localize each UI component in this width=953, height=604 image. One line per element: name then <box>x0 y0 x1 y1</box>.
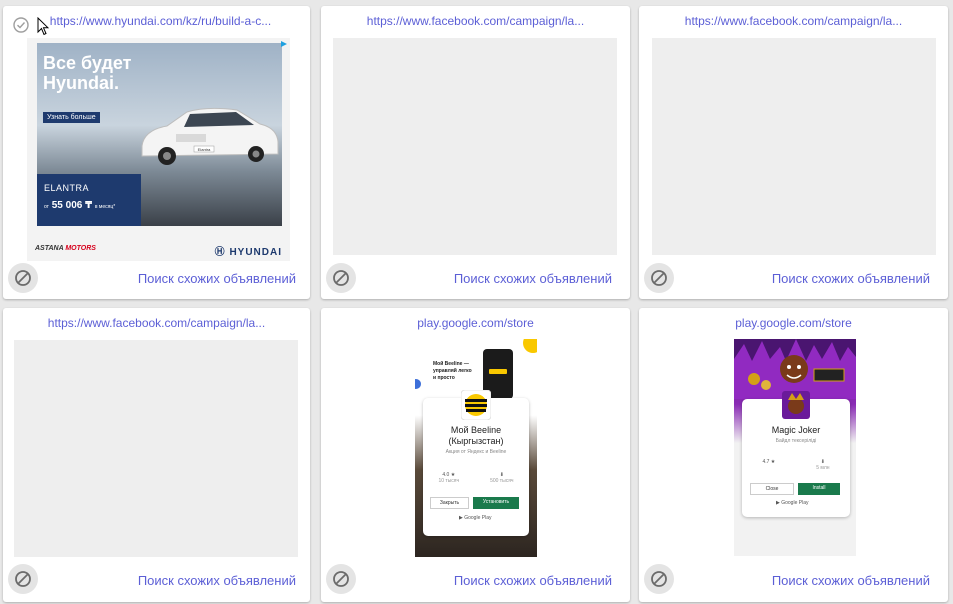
app-install-card: Magic Joker Байдл тексеріліді 4.7 ★ ⬇ 5 м… <box>742 391 850 517</box>
block-icon <box>651 270 667 286</box>
block-button[interactable] <box>8 263 38 293</box>
ad-url-link[interactable]: https://www.hyundai.com/kz/ru/build-a-c.… <box>3 14 310 28</box>
beeline-logo-icon <box>461 390 491 420</box>
joker-banner-image <box>734 339 856 399</box>
app-developer: Акция от Яндекс и Beeline <box>445 449 507 455</box>
ad-url-link[interactable]: play.google.com/store <box>639 316 948 330</box>
app-stats: 4.0 ★ 10 тысяч ⬇ 500 тысяч <box>438 472 514 484</box>
ad-card-2: https://www.facebook.com/campaign/la... … <box>321 6 630 299</box>
block-button[interactable] <box>644 564 674 594</box>
ad-card-4: https://www.facebook.com/campaign/la... … <box>3 308 310 602</box>
block-icon <box>333 571 349 587</box>
find-similar-link[interactable]: Поиск схожих объявлений <box>454 271 612 286</box>
app-developer: Байдл тексеріліді <box>775 438 817 444</box>
svg-text:Elantra: Elantra <box>198 147 211 152</box>
app-ad-preview[interactable]: Magic Joker Байдл тексеріліді 4.7 ★ ⬇ 5 м… <box>734 339 856 556</box>
block-icon <box>333 270 349 286</box>
ad-card-6: play.google.com/store Magic Joker Байдл … <box>639 308 948 602</box>
ad-preview-placeholder[interactable] <box>333 38 617 255</box>
google-play-label: ▶ Google Play <box>776 500 809 506</box>
block-icon <box>15 270 31 286</box>
ad-headline: Все будет Hyundai. <box>43 53 132 93</box>
promo-text: Мой Beeline — управляй легко и просто <box>433 361 472 381</box>
app-name: Magic Joker <box>771 425 821 435</box>
block-icon <box>15 571 31 587</box>
ad-url-link[interactable]: https://www.facebook.com/campaign/la... <box>3 316 310 330</box>
ad-scene: Все будет Hyundai. Узнать больше Elantra… <box>37 43 282 226</box>
app-buttons: Close Install <box>750 483 840 495</box>
find-similar-link[interactable]: Поиск схожих объявлений <box>772 573 930 588</box>
ad-more-button: Узнать больше <box>43 112 100 123</box>
block-button[interactable] <box>326 564 356 594</box>
app-name: Мой Beeline (Кыргызстан) <box>448 425 504 446</box>
ad-card-5: play.google.com/store Мой Beeline — упра… <box>321 308 630 602</box>
dealer-logo: ASTANA MOTORS <box>35 245 96 252</box>
ad-url-link[interactable]: play.google.com/store <box>321 316 630 330</box>
ad-card-1: https://www.hyundai.com/kz/ru/build-a-c.… <box>3 6 310 299</box>
app-install-card: Мой Beeline (Кыргызстан) Акция от Яндекс… <box>423 390 529 536</box>
install-button[interactable]: Установить <box>473 497 519 509</box>
close-button[interactable]: Close <box>750 483 794 495</box>
adchoices-icon[interactable] <box>280 40 288 48</box>
ad-url-link[interactable]: https://www.facebook.com/campaign/la... <box>639 14 948 28</box>
find-similar-link[interactable]: Поиск схожих объявлений <box>138 271 296 286</box>
ad-preview-placeholder[interactable] <box>14 340 298 557</box>
ad-preview-image[interactable]: Все будет Hyundai. Узнать больше Elantra… <box>27 38 290 261</box>
close-button[interactable]: Закрыть <box>430 497 469 509</box>
block-button[interactable] <box>8 564 38 594</box>
app-ad-preview[interactable]: Мой Beeline — управляй легко и просто Мо… <box>415 339 537 557</box>
ad-promo-box: ELANTRA от 55 006 ₸ в месяц* <box>37 174 141 226</box>
car-image: Elantra <box>141 107 279 165</box>
block-button[interactable] <box>326 263 356 293</box>
block-icon <box>651 571 667 587</box>
cursor-icon <box>37 17 49 36</box>
app-stats: 4.7 ★ ⬇ 5 млн <box>762 459 830 471</box>
joker-app-icon <box>782 391 810 419</box>
ad-card-3: https://www.facebook.com/campaign/la... … <box>639 6 948 299</box>
find-similar-link[interactable]: Поиск схожих объявлений <box>454 573 612 588</box>
find-similar-link[interactable]: Поиск схожих объявлений <box>772 271 930 286</box>
brand-logo: Ⓗ HYUNDAI <box>214 247 282 258</box>
google-play-label: ▶ Google Play <box>459 515 492 521</box>
block-button[interactable] <box>644 263 674 293</box>
app-buttons: Закрыть Установить <box>430 497 519 509</box>
ad-url-link[interactable]: https://www.facebook.com/campaign/la... <box>321 14 630 28</box>
install-button[interactable]: Install <box>798 483 840 495</box>
find-similar-link[interactable]: Поиск схожих объявлений <box>138 573 296 588</box>
ad-preview-placeholder[interactable] <box>652 38 936 255</box>
